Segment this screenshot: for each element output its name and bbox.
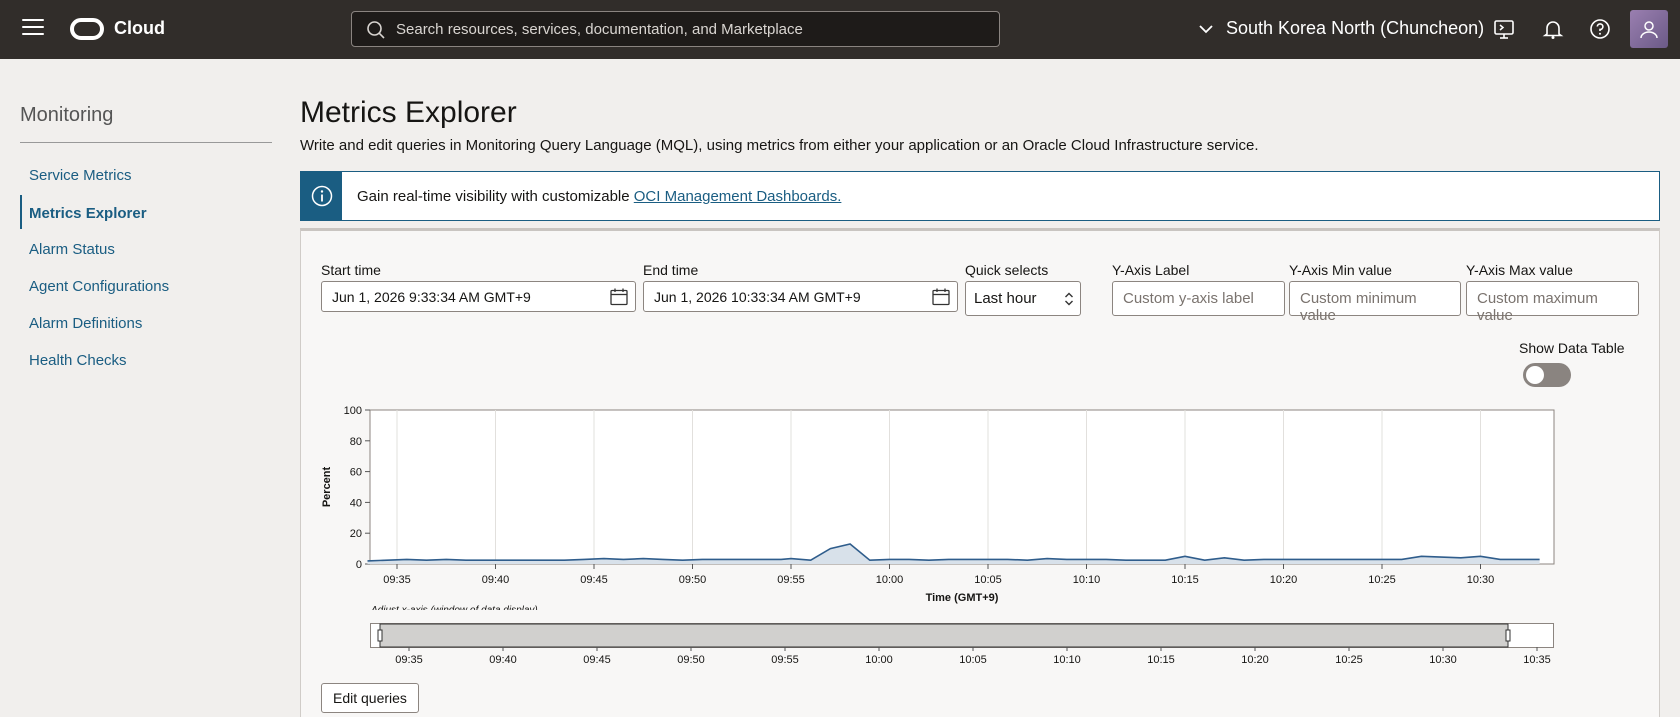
- sidebar-item-metrics-explorer[interactable]: Metrics Explorer: [29, 205, 147, 222]
- navigator-window: [379, 623, 1509, 648]
- y-axis-min-label: Y-Axis Min value: [1289, 262, 1392, 278]
- end-time-value: Jun 1, 2026 10:33:34 AM GMT+9: [654, 289, 861, 305]
- start-time-value: Jun 1, 2026 9:33:34 AM GMT+9: [332, 289, 531, 305]
- navigator-right-handle: [1505, 629, 1511, 642]
- user-icon: [1640, 21, 1658, 39]
- navigator-tick-label: 10:20: [1241, 654, 1269, 666]
- search-placeholder: Search resources, services, documentatio…: [396, 20, 803, 38]
- navigator-tick-label: 10:35: [1523, 654, 1551, 666]
- search-input[interactable]: Search resources, services, documentatio…: [351, 11, 1000, 47]
- management-dashboards-link[interactable]: OCI Management Dashboards.: [634, 188, 842, 205]
- sidebar-item-alarm-definitions[interactable]: Alarm Definitions: [29, 315, 142, 332]
- quick-selects-value: Last hour: [974, 290, 1037, 307]
- banner-message: Gain real-time visibility with customiza…: [357, 188, 634, 205]
- x-tick-label: 09:50: [679, 574, 707, 586]
- top-bar: Cloud Search resources, services, docume…: [0, 0, 1680, 59]
- navigator-tick-label: 10:00: [865, 654, 893, 666]
- y-tick-label: 0: [356, 559, 362, 571]
- plot-area: [369, 409, 1555, 565]
- x-tick-label: 10:10: [1073, 574, 1101, 586]
- sidebar-active-indicator: [20, 195, 22, 229]
- y-tick-label: 60: [350, 467, 362, 479]
- x-axis-navigator[interactable]: 09:35 09:40 09:45 09:50 09:55 10:00 10:05 10:10…: [370, 606, 1560, 666]
- navigator-tick-label: 09:40: [489, 654, 517, 666]
- user-avatar[interactable]: [1630, 10, 1668, 48]
- x-tick-label: 10:30: [1467, 574, 1495, 586]
- page-description: Write and edit queries in Monitoring Que…: [300, 137, 1259, 154]
- navigator-tick-label: 10:15: [1147, 654, 1175, 666]
- navigator-tick-label: 10:30: [1429, 654, 1457, 666]
- x-tick-label: 09:55: [777, 574, 805, 586]
- y-tick-label: 80: [350, 436, 362, 448]
- y-tick-label: 100: [344, 405, 362, 417]
- banner-icon-box: [301, 172, 342, 220]
- end-time-label: End time: [643, 262, 699, 278]
- metrics-chart: 09:35 09:40 09:45 09:50 09:55 10:00 10:05 10:10…: [321, 405, 1555, 610]
- navigator-tick-label: 10:05: [959, 654, 987, 666]
- up-down-arrows-icon: [1065, 292, 1073, 306]
- navigator-left-handle: [377, 629, 383, 642]
- navigator-tick-label: 09:45: [583, 654, 611, 666]
- calendar-icon[interactable]: [931, 287, 951, 307]
- x-tick-label: 09:35: [383, 574, 411, 586]
- navigator-tick-label: 10:25: [1335, 654, 1363, 666]
- x-tick-label: 09:40: [482, 574, 510, 586]
- y-axis-label-label: Y-Axis Label: [1112, 262, 1190, 278]
- edit-queries-button[interactable]: Edit queries: [321, 683, 419, 713]
- sidebar-title: Monitoring: [20, 104, 114, 126]
- show-data-table-label: Show Data Table: [1519, 340, 1625, 356]
- sidebar-divider: [20, 142, 272, 143]
- x-tick-label: 09:45: [580, 574, 608, 586]
- navigator-tick-label: 10:10: [1053, 654, 1081, 666]
- y-tick-label: 20: [350, 528, 362, 540]
- brand-name[interactable]: Cloud: [114, 18, 165, 39]
- toggle-knob: [1526, 366, 1544, 384]
- end-time-input[interactable]: Jun 1, 2026 10:33:34 AM GMT+9: [643, 281, 958, 312]
- x-tick-label: 10:25: [1368, 574, 1396, 586]
- start-time-input[interactable]: Jun 1, 2026 9:33:34 AM GMT+9: [321, 281, 636, 312]
- sidebar-item-alarm-status[interactable]: Alarm Status: [29, 241, 115, 258]
- menu-icon[interactable]: [22, 19, 44, 39]
- cloud-shell-icon[interactable]: [1493, 18, 1515, 40]
- y-axis-max-input[interactable]: Custom maximum value: [1466, 281, 1639, 324]
- quick-selects-dropdown[interactable]: Last hour: [965, 281, 1081, 316]
- y-axis-min-input[interactable]: Custom minimum value: [1289, 281, 1461, 324]
- x-tick-label: 10:05: [974, 574, 1002, 586]
- y-tick-label: 40: [350, 497, 362, 509]
- quick-selects-label: Quick selects: [965, 262, 1049, 278]
- sidebar-item-health-checks[interactable]: Health Checks: [29, 352, 127, 369]
- x-tick-label: 10:00: [876, 574, 904, 586]
- info-icon: [311, 185, 332, 207]
- x-tick-label: 10:20: [1270, 574, 1298, 586]
- sidebar-item-agent-configurations[interactable]: Agent Configurations: [29, 278, 169, 295]
- calendar-icon[interactable]: [609, 287, 629, 307]
- show-data-table-toggle[interactable]: [1523, 363, 1571, 387]
- chevron-down-icon: [1199, 24, 1213, 33]
- help-icon[interactable]: [1589, 18, 1611, 40]
- search-icon: [367, 21, 385, 39]
- start-time-label: Start time: [321, 262, 381, 278]
- banner-text: Gain real-time visibility with customiza…: [357, 188, 841, 205]
- navigator-tick-label: 09:35: [395, 654, 423, 666]
- page-title: Metrics Explorer: [300, 96, 517, 129]
- y-axis-title: Percent: [321, 466, 333, 507]
- x-axis-title: Time (GMT+9): [926, 592, 999, 604]
- notification-bell-icon[interactable]: [1542, 18, 1564, 40]
- y-axis-label-input[interactable]: Custom y-axis label: [1112, 281, 1285, 316]
- navigator-tick-label: 09:50: [677, 654, 705, 666]
- x-tick-label: 10:15: [1171, 574, 1199, 586]
- y-axis-label-placeholder: Custom y-axis label: [1123, 290, 1254, 307]
- sidebar-item-service-metrics[interactable]: Service Metrics: [29, 167, 132, 184]
- navigator-tick-label: 09:55: [771, 654, 799, 666]
- region-selector[interactable]: South Korea North (Chuncheon): [1198, 18, 1484, 39]
- y-axis-max-label: Y-Axis Max value: [1466, 262, 1573, 278]
- region-label: South Korea North (Chuncheon): [1226, 18, 1485, 38]
- info-banner: Gain real-time visibility with customiza…: [300, 171, 1660, 221]
- oracle-logo-icon[interactable]: [70, 18, 104, 40]
